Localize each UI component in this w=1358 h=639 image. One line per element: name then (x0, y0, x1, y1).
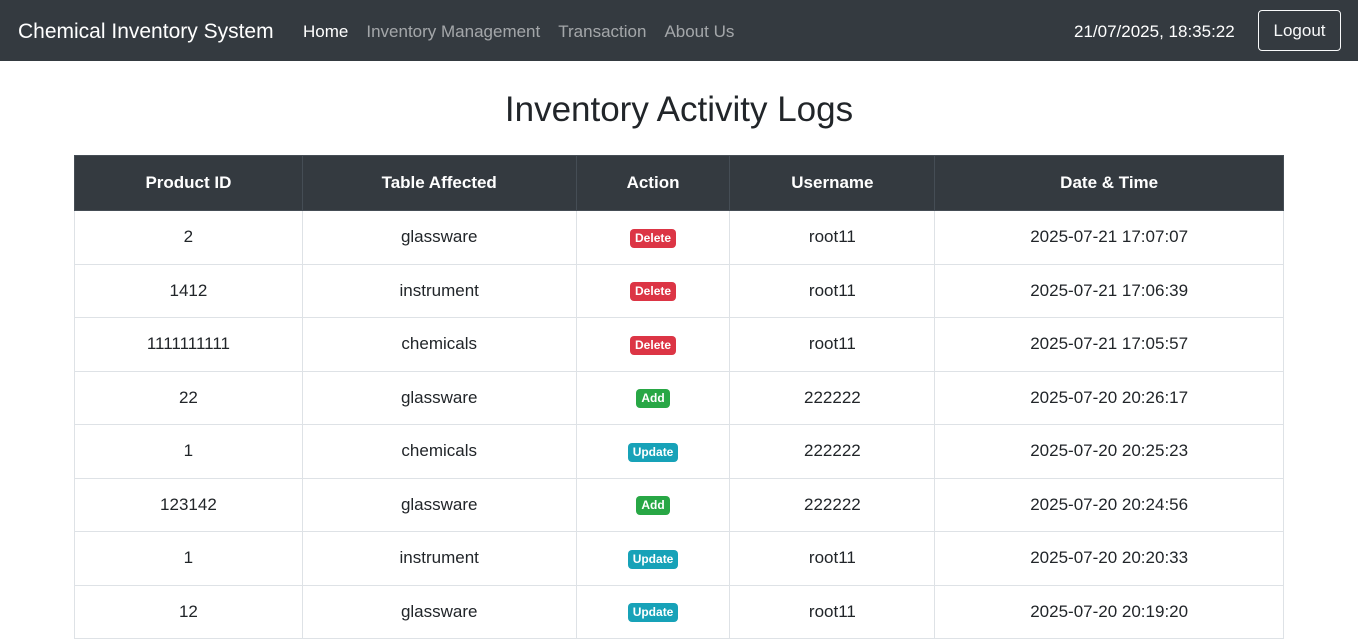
action-badge: Delete (630, 282, 677, 302)
cell-action: Update (575, 424, 731, 479)
cell-username: root11 (729, 531, 936, 586)
cell-datetime: 2025-07-20 20:25:23 (934, 424, 1284, 479)
cell-action: Delete (575, 317, 731, 372)
cell-username: root11 (729, 210, 936, 265)
action-badge: Delete (630, 335, 677, 355)
cell-table-affected: instrument (301, 531, 577, 586)
action-badge: Add (636, 389, 670, 409)
logout-button[interactable]: Logout (1258, 10, 1341, 51)
cell-username: 222222 (729, 477, 936, 532)
cell-action: Update (575, 531, 731, 586)
cell-table-affected: chemicals (301, 317, 577, 372)
table-row: 1 chemicals Update 222222 2025-07-20 20:25:2… (74, 424, 1284, 479)
cell-table-affected: glassware (301, 477, 577, 532)
cell-datetime: 2025-07-21 17:06:39 (934, 263, 1284, 318)
table-row: 1412 instrument Delete root11 2025-07-21 17:… (74, 263, 1284, 318)
cell-action: Delete (575, 263, 731, 318)
header-action: Action (575, 155, 731, 211)
table-row: 1111111111 chemicals Delete root11 2025-07-2… (74, 317, 1284, 372)
cell-username: root11 (729, 263, 936, 318)
cell-datetime: 2025-07-20 20:24:56 (934, 477, 1284, 532)
table-body: 2 glassware Delete root11 2025-07-21 17:07:0… (74, 210, 1284, 639)
header-username: Username (729, 155, 936, 211)
cell-product-id: 1 (74, 531, 303, 586)
header-product-id: Product ID (74, 155, 303, 211)
cell-action: Add (575, 370, 731, 425)
table-row: 12 glassware Update root11 2025-07-20 20:19:… (74, 584, 1284, 639)
page-title: Inventory Activity Logs (504, 90, 854, 129)
cell-action: Add (575, 477, 731, 532)
action-badge: Update (627, 603, 679, 623)
header-table-affected: Table Affected (301, 155, 577, 211)
cell-table-affected: instrument (301, 263, 577, 318)
cell-datetime: 2025-07-21 17:07:07 (934, 210, 1284, 265)
header-date-time: Date & Time (934, 155, 1284, 211)
table-row: 2 glassware Delete root11 2025-07-21 17:07:0… (74, 210, 1284, 265)
table-row: 22 glassware Add 222222 2025-07-20 20:26:17 (74, 370, 1284, 425)
action-badge: Update (627, 442, 679, 462)
nav-link-inventory-management[interactable]: Inventory Management (366, 20, 540, 44)
action-badge: Update (627, 549, 679, 569)
nav-links: Home Inventory Management Transaction Ab… (303, 20, 752, 44)
table-row: 123142 glassware Add 222222 2025-07-20 20:24… (74, 477, 1284, 532)
brand-title[interactable]: Chemical Inventory System (18, 18, 274, 46)
nav-link-home[interactable]: Home (303, 20, 348, 44)
cell-product-id: 1412 (74, 263, 303, 318)
table-row: 1 instrument Update root11 2025-07-20 20:20:… (74, 531, 1284, 586)
action-badge: Delete (630, 228, 677, 248)
cell-datetime: 2025-07-20 20:20:33 (934, 531, 1284, 586)
activity-logs-table: Product ID Table Affected Action Usernam… (74, 155, 1284, 639)
nav-link-transaction[interactable]: Transaction (558, 20, 646, 44)
cell-product-id: 123142 (74, 477, 303, 532)
table-header-row: Product ID Table Affected Action Usernam… (74, 155, 1284, 211)
cell-datetime: 2025-07-20 20:19:20 (934, 584, 1284, 639)
cell-table-affected: glassware (301, 370, 577, 425)
cell-username: 222222 (729, 370, 936, 425)
cell-datetime: 2025-07-21 17:05:57 (934, 317, 1284, 372)
nav-link-about-us[interactable]: About Us (664, 20, 734, 44)
navbar: Chemical Inventory System Home Inventory… (0, 0, 1358, 61)
cell-product-id: 22 (74, 370, 303, 425)
cell-product-id: 12 (74, 584, 303, 639)
cell-table-affected: glassware (301, 584, 577, 639)
action-badge: Add (636, 496, 670, 516)
cell-table-affected: chemicals (301, 424, 577, 479)
cell-product-id: 1111111111 (74, 317, 303, 372)
cell-action: Update (575, 584, 731, 639)
current-datetime: 21/07/2025, 18:35:22 (1074, 22, 1235, 41)
cell-username: 222222 (729, 424, 936, 479)
cell-product-id: 2 (74, 210, 303, 265)
cell-datetime: 2025-07-20 20:26:17 (934, 370, 1284, 425)
cell-username: root11 (729, 317, 936, 372)
cell-username: root11 (729, 584, 936, 639)
cell-table-affected: glassware (301, 210, 577, 265)
cell-action: Delete (575, 210, 731, 265)
cell-product-id: 1 (74, 424, 303, 479)
